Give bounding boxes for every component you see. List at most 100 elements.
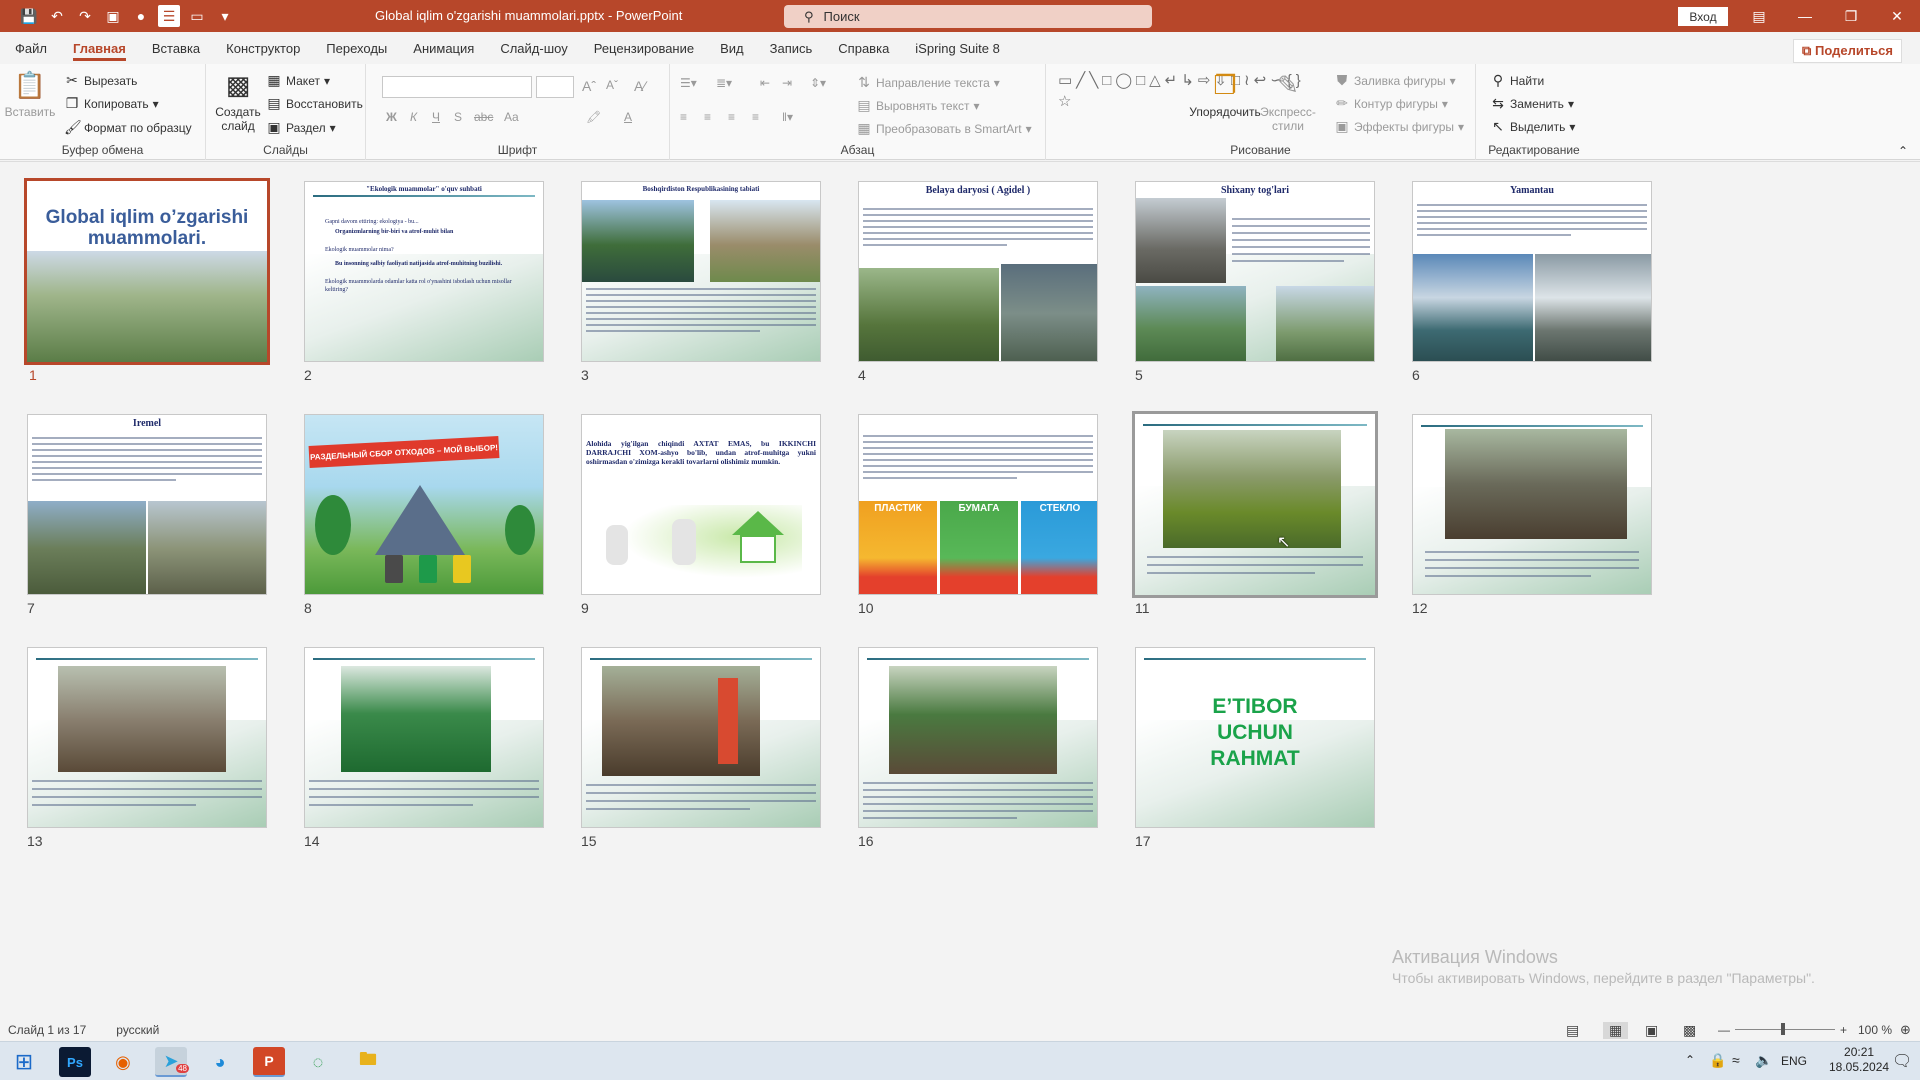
slide-thumbnail-1[interactable]: Global iqlim o’zgarishi muammolari. xyxy=(24,178,270,365)
slideshow-view-icon[interactable]: ▩ xyxy=(1683,1022,1696,1039)
slide-thumbnail-5[interactable]: Shixany tog'lari xyxy=(1135,181,1375,362)
powerpoint-icon[interactable]: P xyxy=(253,1047,285,1077)
slide-thumbnail-8[interactable]: РАЗДЕЛЬНЫЙ СБОР ОТХОДОВ – МОЙ ВЫБОР! xyxy=(304,414,544,595)
slide-thumbnail-9[interactable]: Alohida yig'ilgan chiqindi AXTAT EMAS, b… xyxy=(581,414,821,595)
slide-thumbnail-11[interactable]: ↖ xyxy=(1132,411,1378,598)
notifications-icon[interactable]: 🗨 xyxy=(1892,1051,1912,1071)
line-spacing-icon[interactable]: ⇕▾ xyxy=(810,76,826,90)
shape-effects-button[interactable]: ▣ Эффекты фигуры ▾ xyxy=(1334,118,1464,135)
paste-button[interactable]: 📋 Вставить xyxy=(5,70,56,119)
tab-review[interactable]: Рецензирование xyxy=(581,32,707,64)
tab-animations[interactable]: Анимация xyxy=(400,32,487,64)
layout-button[interactable]: ▦ Макет ▾ xyxy=(266,72,330,89)
tab-home[interactable]: Главная xyxy=(60,32,139,64)
ribbon-display-icon[interactable]: ▤ xyxy=(1736,0,1782,32)
wifi-icon[interactable]: ≈ xyxy=(1732,1052,1740,1068)
show-hidden-icons[interactable]: ⌃ xyxy=(1685,1053,1695,1067)
font-color-icon[interactable]: A xyxy=(624,110,632,124)
new-slide-button[interactable]: ▩ Создать слайд xyxy=(215,70,261,133)
justify-icon[interactable]: ≡ xyxy=(752,110,759,124)
bullets-icon[interactable]: ☰▾ xyxy=(680,76,697,90)
decrease-indent-icon[interactable]: ⇤ xyxy=(760,76,770,90)
undo-icon[interactable]: ↶ xyxy=(46,5,68,27)
section-button[interactable]: ▣ Раздел ▾ xyxy=(266,119,335,136)
shadow-button[interactable]: S xyxy=(454,110,462,124)
slide-thumbnail-12[interactable] xyxy=(1412,414,1652,595)
copy-button[interactable]: ❐ Копировать ▾ xyxy=(64,95,159,112)
zoom-out-button[interactable]: — xyxy=(1718,1023,1730,1037)
save-icon[interactable]: 💾 xyxy=(18,5,40,27)
strikethrough-button[interactable]: abc xyxy=(474,110,493,124)
record-icon[interactable]: ● xyxy=(130,5,152,27)
normal-view-icon[interactable]: ☰ xyxy=(158,5,180,27)
select-button[interactable]: ↖ Выделить ▾ xyxy=(1490,118,1575,135)
cut-button[interactable]: ✂ Вырезать xyxy=(64,72,137,89)
columns-icon[interactable]: ‖▾ xyxy=(782,110,793,124)
zoom-in-button[interactable]: + xyxy=(1840,1023,1847,1037)
font-shrink-icon[interactable]: Aˇ xyxy=(606,78,618,92)
tab-transitions[interactable]: Переходы xyxy=(313,32,400,64)
minimize-icon[interactable]: — xyxy=(1782,0,1828,32)
underline-button[interactable]: Ч xyxy=(432,110,440,124)
volume-icon[interactable]: 🔈 xyxy=(1755,1052,1772,1069)
tab-help[interactable]: Справка xyxy=(825,32,902,64)
slide-thumbnail-4[interactable]: Belaya daryosi ( Agidel ) xyxy=(858,181,1098,362)
fit-to-window-icon[interactable]: ⊕ xyxy=(1900,1022,1911,1038)
zoom-slider-track[interactable] xyxy=(1735,1029,1835,1030)
highlight-icon[interactable]: 🖍 xyxy=(586,110,601,124)
input-language[interactable]: ENG xyxy=(1781,1054,1807,1068)
align-text-button[interactable]: ▤ Выровнять текст ▾ xyxy=(856,97,979,114)
telegram-icon[interactable]: ➤ 48 xyxy=(155,1047,189,1077)
slide-thumbnail-10[interactable]: ПЛАСТИК БУМАГА СТЕКЛО xyxy=(858,414,1098,595)
increase-indent-icon[interactable]: ⇥ xyxy=(782,76,792,90)
restore-icon[interactable]: ❐ xyxy=(1828,0,1874,32)
tab-slideshow[interactable]: Слайд-шоу xyxy=(487,32,580,64)
slide-thumbnail-13[interactable] xyxy=(27,647,267,828)
slide-thumbnail-7[interactable]: Iremel xyxy=(27,414,267,595)
start-slideshow-icon[interactable]: ▣ xyxy=(102,5,124,27)
arrange-button[interactable]: ❐ Упорядочить xyxy=(1189,70,1260,119)
share-button[interactable]: ⧉ Поделиться xyxy=(1793,39,1902,63)
tab-ispring[interactable]: iSpring Suite 8 xyxy=(902,32,1013,64)
bold-button[interactable]: Ж xyxy=(386,110,397,124)
change-case-button[interactable]: Aa xyxy=(504,110,519,124)
text-direction-button[interactable]: ⇅ Направление текста ▾ xyxy=(856,74,1000,91)
collapse-ribbon-icon[interactable]: ⌃ xyxy=(1898,144,1908,158)
reset-button[interactable]: ▤ Восстановить xyxy=(266,95,362,112)
slide-sorter-icon[interactable]: ▦ xyxy=(1603,1021,1629,1039)
slide-thumbnail-3[interactable]: Boshqirdiston Respublikasining tabiati xyxy=(581,181,821,362)
shapes-gallery[interactable]: ▭╱╲□◯□△↵↳⇨⇩□≀↩∽{}☆ xyxy=(1058,70,1301,140)
format-painter-button[interactable]: 🖌 Формат по образцу xyxy=(64,119,192,136)
firefox-icon[interactable]: ◉ xyxy=(107,1047,139,1077)
quick-styles-button[interactable]: ✎ Экспресс-стили xyxy=(1258,70,1318,133)
customize-qat-icon[interactable]: ▾ xyxy=(214,5,236,27)
italic-button[interactable]: К xyxy=(410,110,417,124)
photoshop-icon[interactable]: Ps xyxy=(59,1047,91,1077)
slide-thumbnail-17[interactable]: E’TIBOR UCHUN RAHMAT xyxy=(1135,647,1375,828)
security-icon[interactable]: 🔒 xyxy=(1709,1052,1726,1069)
font-size-box[interactable] xyxy=(536,76,574,98)
search-box[interactable]: ⚲ Поиск xyxy=(784,5,1152,28)
align-right-icon[interactable]: ≡ xyxy=(728,110,735,124)
slide-thumbnail-6[interactable]: Yamantau xyxy=(1412,181,1652,362)
slide-thumbnail-16[interactable] xyxy=(858,647,1098,828)
language-indicator[interactable]: русский xyxy=(116,1023,159,1037)
chrome-icon[interactable]: ◌ xyxy=(302,1047,334,1077)
shape-icon[interactable]: ▭ xyxy=(186,5,208,27)
shape-outline-button[interactable]: ✏ Контур фигуры ▾ xyxy=(1334,95,1448,112)
slide-thumbnail-2[interactable]: "Ekologik muammolar" o'quv suhbati Gapni… xyxy=(304,181,544,362)
sign-in-button[interactable]: Вход xyxy=(1678,7,1728,26)
shape-fill-button[interactable]: ⛊ Заливка фигуры ▾ xyxy=(1334,72,1456,89)
font-grow-icon[interactable]: Aˆ xyxy=(582,78,596,94)
clear-formatting-icon[interactable]: A∕ xyxy=(634,78,646,94)
align-center-icon[interactable]: ≡ xyxy=(704,110,711,124)
font-name-box[interactable] xyxy=(382,76,532,98)
find-button[interactable]: ⚲ Найти xyxy=(1490,72,1544,89)
tab-file[interactable]: Файл xyxy=(2,32,60,64)
tab-design[interactable]: Конструктор xyxy=(213,32,313,64)
windows-start-icon[interactable]: ⊞ xyxy=(8,1047,40,1077)
tab-view[interactable]: Вид xyxy=(707,32,757,64)
slide-thumbnail-15[interactable] xyxy=(581,647,821,828)
edge-icon[interactable]: ◕ xyxy=(204,1047,236,1077)
clock[interactable]: 20:21 18.05.2024 xyxy=(1829,1045,1889,1075)
